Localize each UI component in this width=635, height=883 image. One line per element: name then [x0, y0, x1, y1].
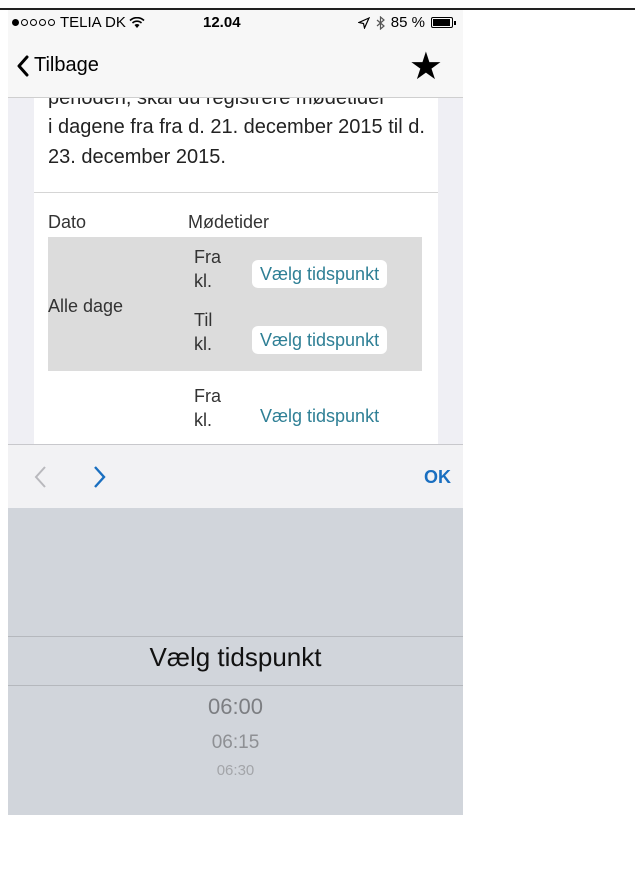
time-picker-wheel[interactable]: Vælg tidspunkt 06:00 06:15 06:30: [8, 508, 463, 815]
navigation-bar: Tilbage ★: [8, 36, 463, 98]
chevron-left-icon[interactable]: [32, 465, 50, 489]
status-right: 85 %: [357, 14, 456, 31]
from-label: Fra kl.: [194, 247, 221, 291]
divider: [34, 192, 438, 193]
selection-line: [8, 636, 463, 637]
from-time-picker[interactable]: Vælg tidspunkt: [252, 402, 387, 430]
column-header-times: Mødetider: [188, 212, 270, 232]
intro-text: i dagene fra fra d. 21. december 2015 ti…: [48, 116, 425, 168]
from-label: Fra kl.: [194, 386, 221, 430]
battery-percent: 85 %: [390, 14, 425, 31]
battery-icon: [431, 17, 456, 28]
status-bar: TELIA DK 12.04 85 %: [8, 10, 463, 36]
star-icon[interactable]: ★: [409, 48, 443, 86]
input-accessory-toolbar: OK: [8, 444, 463, 508]
chevron-left-icon: [17, 55, 29, 76]
back-button[interactable]: Tilbage: [16, 54, 99, 77]
location-arrow-icon: [357, 16, 370, 29]
signal-strength-icon: [12, 19, 55, 26]
picker-option[interactable]: 06:15: [8, 732, 463, 754]
wifi-icon: [129, 16, 145, 28]
status-left: TELIA DK: [12, 14, 145, 31]
registration-card: perioden, skal du registrere mødetider i…: [34, 98, 438, 453]
from-time-picker[interactable]: Vælg tidspunkt: [252, 260, 388, 288]
row-date-label: Alle dage: [48, 296, 124, 316]
picker-option[interactable]: 06:30: [8, 762, 463, 779]
back-label: Tilbage: [34, 54, 99, 76]
to-label: Til kl.: [194, 310, 213, 354]
intro-text-cut: perioden, skal du registrere mødetider: [48, 98, 386, 109]
to-time-picker[interactable]: Vælg tidspunkt: [252, 326, 388, 354]
selection-line: [8, 685, 463, 686]
bluetooth-icon: [376, 15, 385, 30]
carrier-name: TELIA DK: [60, 14, 126, 31]
status-time: 12.04: [203, 14, 241, 31]
phone-screen: TELIA DK 12.04 85 % Tilbage ★ perioden, …: [8, 10, 463, 815]
chevron-right-icon[interactable]: [90, 465, 108, 489]
picker-selected-option[interactable]: Vælg tidspunkt: [8, 642, 463, 673]
picker-option[interactable]: 06:00: [8, 694, 463, 720]
column-header-date: Dato: [48, 212, 87, 232]
ok-button[interactable]: OK: [424, 467, 451, 488]
